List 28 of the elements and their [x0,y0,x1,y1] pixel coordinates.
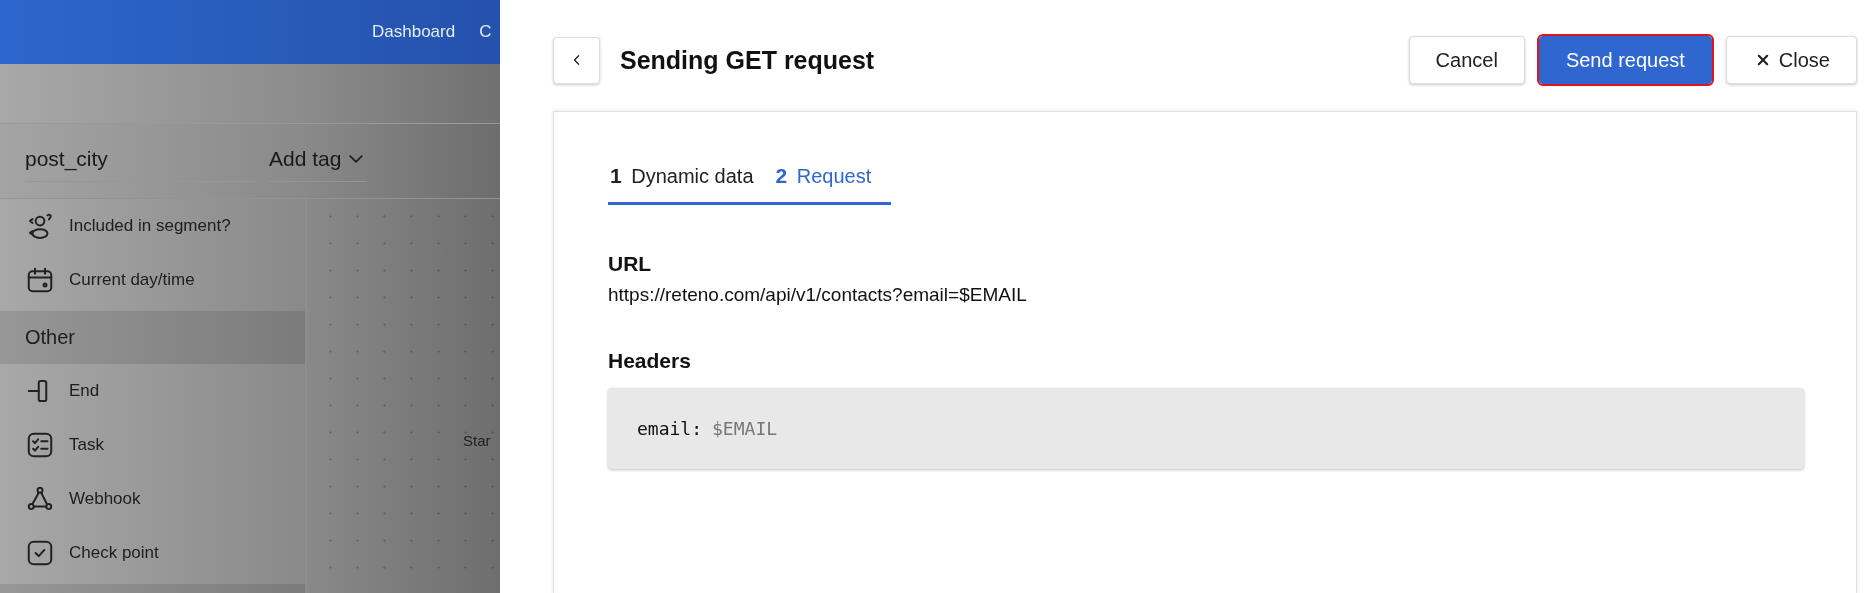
url-text: https://reteno.com/api/v1/contacts?email=$EMAIL [608,284,1028,306]
field-label: URL [608,252,653,276]
sidebar-item[interactable]: Task [69,435,104,455]
name-field[interactable]: post_city [25,140,255,182]
nav-link[interactable]: C [479,22,492,42]
sidebar-item[interactable]: Check point [69,543,159,563]
sidebar-item[interactable]: Webhook [69,489,141,509]
chevron-down-icon [349,154,364,163]
header-value: $EMAIL [712,418,778,439]
section-header: Other [0,311,305,364]
tag-select[interactable]: Add tag [269,140,368,182]
calendar-icon [25,265,55,295]
step-tab[interactable]: 2 Request [773,164,892,205]
checklist-icon [25,430,55,460]
back-button[interactable] [553,36,600,84]
header-key: email: [637,418,703,439]
drawer-title: Sending GET request [620,45,875,75]
cancel-button[interactable]: Cancel [1408,36,1525,84]
send-button[interactable]: Send request [1538,36,1712,84]
close-button[interactable]: Close [1725,36,1857,84]
sidebar-item[interactable]: Current day/time [69,270,195,290]
field-label: Headers [608,349,692,373]
sidebar-item[interactable]: Included in segment? [69,216,231,236]
step-tab[interactable]: 1 Dynamic data [608,164,774,205]
sidebar-item[interactable]: End [69,381,100,401]
nav-link[interactable]: Dashboard [372,22,456,42]
checkbox-icon [25,538,55,568]
node-label: Star [463,432,491,449]
